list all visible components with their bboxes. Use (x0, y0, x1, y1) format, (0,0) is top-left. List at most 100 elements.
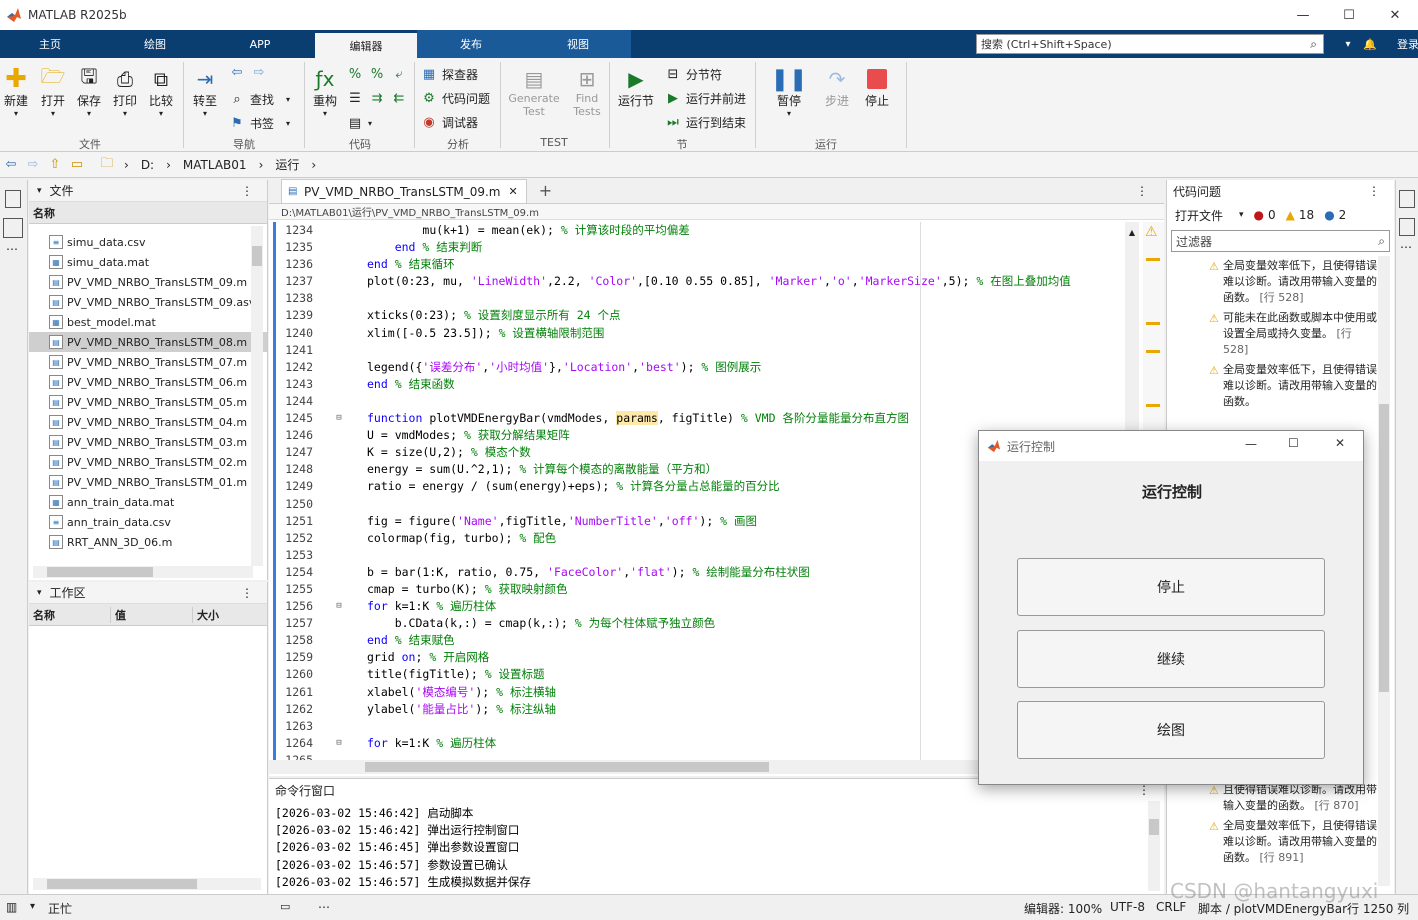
file-item[interactable]: ▤ PV_VMD_NRBO_TransLSTM_06.m (29, 372, 267, 392)
tab-apps[interactable]: APP (210, 30, 310, 58)
code-text[interactable]: end % 结束赋色 (349, 632, 455, 649)
section-break-button[interactable]: ⊟ 分节符 (664, 64, 722, 84)
warning-indicator-icon[interactable]: ⚠ (1145, 224, 1158, 240)
step-button[interactable]: ↷ 步进 (820, 66, 854, 109)
line-number[interactable]: 1248 (269, 461, 329, 479)
stop-button[interactable]: 停止 (860, 66, 894, 109)
file-item[interactable]: ▤ PV_VMD_NRBO_TransLSTM_02.m (29, 452, 267, 472)
dialog-minimize-button[interactable]: — (1245, 437, 1257, 451)
code-text[interactable]: end % 结束判断 (349, 239, 483, 256)
issues-panel-icon[interactable] (1399, 190, 1415, 208)
line-number[interactable]: 1259 (269, 649, 329, 667)
compare-button[interactable]: ⧉ 比较 ▾ (146, 66, 176, 118)
line-number[interactable]: 1263 (269, 717, 329, 735)
code-text[interactable] (349, 393, 367, 410)
workspace-scroll-h[interactable] (33, 878, 261, 890)
line-number[interactable]: 1237 (269, 273, 329, 291)
col-size[interactable]: 大小 (193, 607, 263, 623)
tab-publish[interactable]: 发布 (417, 30, 525, 58)
line-number[interactable]: 1257 (269, 615, 329, 633)
code-text[interactable] (349, 547, 367, 564)
line-number[interactable]: 1235 (269, 239, 329, 257)
code-tools-row1[interactable]: %% ⤶ (346, 64, 412, 84)
tab-view[interactable]: 视图 (525, 30, 631, 58)
stop-run-button[interactable]: 停止 (1017, 558, 1325, 616)
find-button[interactable]: ⌕ 查找 ▾ (228, 89, 290, 109)
code-text[interactable]: for k=1:K % 遍历柱体 (349, 735, 496, 752)
line-number[interactable]: 1253 (269, 546, 329, 564)
line-number[interactable]: 1241 (269, 341, 329, 359)
help-icon[interactable]: ▾ (1340, 30, 1356, 58)
code-text[interactable]: b = bar(1:K, ratio, 0.75, 'FaceColor','f… (349, 564, 810, 581)
bookmark-button[interactable]: ⚑ 书签 ▾ (228, 113, 290, 133)
line-number[interactable]: 1255 (269, 580, 329, 599)
new-tab-icon[interactable]: + (539, 181, 552, 200)
up-folder-icon[interactable]: ⇧ (44, 157, 66, 172)
issue-item[interactable]: ⚠ 全局变量效率低下，且使得错误难以诊断。请改用带输入变量的函数。 [行 528] (1167, 256, 1381, 308)
code-line[interactable]: 1244 (269, 392, 1139, 411)
code-text[interactable] (349, 496, 367, 513)
panel-menu-icon[interactable]: ⋮ (241, 586, 253, 600)
debugger-button[interactable]: ◉ 调试器 (420, 112, 478, 132)
code-line[interactable]: 1240 xlim([-0.5 23.5]); % 设置横轴限制范围 (269, 324, 1139, 342)
file-item[interactable]: ▤ PV_VMD_NRBO_TransLSTM_08.m (29, 332, 267, 352)
code-line[interactable]: 1243 end % 结束函数 (269, 375, 1139, 393)
line-number[interactable]: 1265 (269, 751, 329, 760)
line-number[interactable]: 1250 (269, 495, 329, 513)
fold-icon[interactable]: ⊟ (329, 410, 349, 427)
file-item[interactable]: ▤ PV_VMD_NRBO_TransLSTM_03.m (29, 432, 267, 452)
bell-icon[interactable]: 🔔 (1362, 30, 1378, 58)
issue-line-link[interactable]: [行 528] (1260, 291, 1304, 304)
zoom-level[interactable]: 编辑器: 100% (1024, 900, 1102, 917)
workspace-panel-icon[interactable] (3, 218, 23, 238)
code-text[interactable]: grid on; % 开启网格 (349, 649, 489, 666)
line-number[interactable]: 1251 (269, 512, 329, 530)
code-text[interactable]: plot(0:23, mu, 'LineWidth',2.2, 'Color',… (349, 273, 1071, 290)
dialog-maximize-button[interactable]: ☐ (1288, 436, 1299, 450)
code-text[interactable]: U = vmdModes; % 获取分解结果矩阵 (349, 427, 570, 444)
file-item[interactable]: ▤ PV_VMD_NRBO_TransLSTM_09.m (29, 272, 267, 292)
file-item[interactable]: ▤ PV_VMD_NRBO_TransLSTM_04.m (29, 412, 267, 432)
code-issues-button[interactable]: ⚙ 代码问题 (420, 88, 490, 108)
more-icon[interactable]: ⋯ (6, 242, 21, 256)
plot-button[interactable]: 绘图 (1017, 701, 1325, 759)
code-text[interactable] (349, 718, 367, 735)
line-number[interactable]: 1261 (269, 683, 329, 701)
file-column-header[interactable]: 名称 (29, 202, 267, 224)
issues-scroll-v[interactable] (1378, 256, 1390, 886)
line-number[interactable]: 1254 (269, 563, 329, 581)
code-line[interactable]: 1238 (269, 290, 1139, 308)
profiler-button[interactable]: ▦ 探查器 (420, 64, 478, 84)
code-line[interactable]: 1236 end % 结束循环 (269, 256, 1139, 274)
line-number[interactable]: 1256 (269, 598, 329, 616)
warning-marker[interactable] (1146, 258, 1160, 261)
maximize-button[interactable]: ☐ (1326, 0, 1372, 30)
line-number[interactable]: 1240 (269, 324, 329, 342)
minimize-button[interactable]: — (1280, 0, 1326, 30)
line-number[interactable]: 1258 (269, 632, 329, 650)
code-text[interactable]: colormap(fig, turbo); % 配色 (349, 530, 556, 547)
warning-marker[interactable] (1146, 350, 1160, 353)
forward-icon[interactable]: ⇨ (22, 157, 44, 172)
files-panel-icon[interactable] (5, 190, 21, 208)
code-line[interactable]: 1241 (269, 341, 1139, 359)
issue-item[interactable]: ⚠ 可能未在此函数或脚本中使用或设置全局或持久变量。 [行 528] (1167, 308, 1381, 360)
fold-icon[interactable]: ⊟ (329, 735, 349, 752)
find-tests-button[interactable]: ⊞ Find Tests (568, 66, 606, 118)
line-number[interactable]: 1264 (269, 734, 329, 752)
run-to-end-button[interactable]: ⏭ 运行到结束 (664, 112, 746, 132)
warning-marker[interactable] (1146, 322, 1160, 325)
code-text[interactable]: energy = sum(U.^2,1); % 计算每个模态的离散能量（平方和） (349, 461, 717, 478)
resume-button[interactable]: 继续 (1017, 630, 1325, 688)
back-forward-buttons[interactable]: ⇦ ⇨ (228, 62, 272, 82)
line-number[interactable]: 1249 (269, 478, 329, 496)
code-text[interactable] (349, 342, 367, 359)
panels-icon[interactable]: ▥ (6, 900, 17, 914)
file-item[interactable]: ▤ RRT_ANN_3D_06.m (29, 532, 267, 552)
file-item[interactable]: ▤ PV_VMD_NRBO_TransLSTM_05.m (29, 392, 267, 412)
code-text[interactable] (349, 290, 367, 307)
more-icon[interactable]: ⋯ (318, 900, 330, 914)
file-scroll-h[interactable] (33, 566, 253, 578)
login-link[interactable]: 登录 (1394, 30, 1418, 58)
open-button[interactable]: 🗁 打开 ▾ (38, 64, 68, 118)
